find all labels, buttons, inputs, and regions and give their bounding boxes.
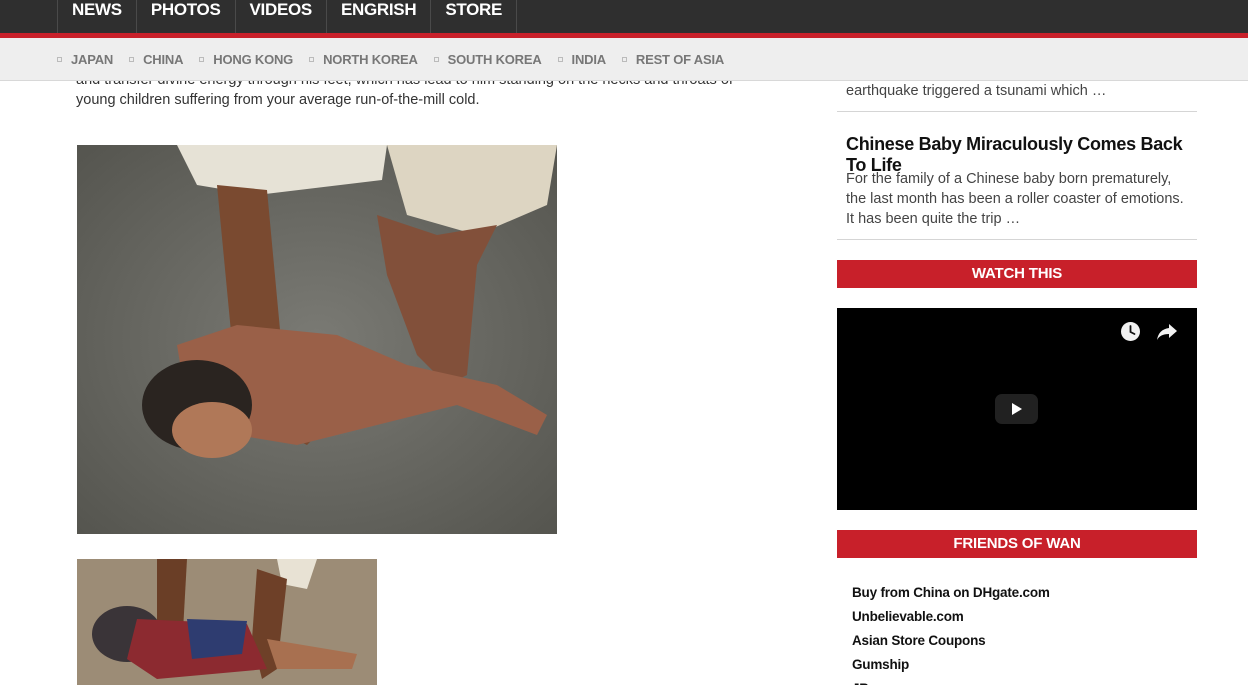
subnav-label: REST OF ASIA — [635, 52, 725, 67]
bullet-icon — [199, 57, 205, 62]
subnav-india[interactable]: INDIA — [557, 52, 607, 67]
bullet-icon — [57, 57, 62, 62]
subnav-japan[interactable]: JAPAN — [57, 52, 113, 67]
nav-engrish[interactable]: ENGRISH — [325, 0, 430, 33]
sidebar-divider — [837, 111, 1197, 112]
friend-link-unbelievable[interactable]: Unbelievable.com — [852, 605, 1197, 629]
bullet-icon — [621, 57, 627, 62]
top-navigation: NEWS PHOTOS VIDEOS ENGRISH STORE — [0, 0, 1248, 33]
share-icon[interactable] — [1156, 321, 1178, 342]
subnav-label: HONG KONG — [213, 52, 294, 67]
nav-photos[interactable]: PHOTOS — [135, 0, 235, 33]
friend-link-dhgate[interactable]: Buy from China on DHgate.com — [852, 581, 1197, 605]
subnav-hong-kong[interactable]: HONG KONG — [199, 52, 293, 67]
nav-videos[interactable]: VIDEOS — [234, 0, 326, 33]
subnav-label: SOUTH KOREA — [447, 52, 542, 67]
subnav-label: INDIA — [571, 52, 607, 67]
bullet-icon — [129, 57, 135, 62]
video-player[interactable] — [837, 308, 1197, 510]
friend-link-jbox[interactable]: JBox — [852, 677, 1197, 685]
sidebar-story-excerpt: For the family of a Chinese baby born pr… — [846, 171, 1184, 227]
nav-store[interactable]: STORE — [430, 0, 518, 33]
subnav-label: JAPAN — [71, 52, 114, 67]
bullet-icon — [433, 57, 439, 62]
bullet-icon — [309, 57, 315, 62]
top-nav-items: NEWS PHOTOS VIDEOS ENGRISH STORE — [57, 0, 518, 33]
article-photo-image — [77, 145, 557, 534]
subnav-label: NORTH KOREA — [323, 52, 418, 67]
sub-nav-items: JAPAN CHINA HONG KONG NORTH KOREA SOUTH … — [57, 52, 740, 67]
sidebar-divider — [837, 239, 1197, 240]
watch-this-header: WATCH THIS — [837, 260, 1197, 288]
sub-navigation: JAPAN CHINA HONG KONG NORTH KOREA SOUTH … — [0, 38, 1248, 81]
friend-link-gumship[interactable]: Gumship — [852, 653, 1197, 677]
subnav-label: CHINA — [143, 52, 184, 67]
article-photo-image — [77, 559, 377, 685]
subnav-north-korea[interactable]: NORTH KOREA — [309, 52, 418, 67]
nav-news[interactable]: NEWS — [57, 0, 136, 33]
article-photo-main — [77, 145, 557, 534]
article-photo-secondary — [77, 559, 377, 685]
subnav-china[interactable]: CHINA — [129, 52, 183, 67]
bullet-icon — [557, 57, 563, 62]
friends-links-list: Buy from China on DHgate.com Unbelievabl… — [837, 581, 1197, 685]
friend-link-asian-store-coupons[interactable]: Asian Store Coupons — [852, 629, 1197, 653]
sidebar-prev-snippet: earthquake triggered a tsunami which … — [846, 83, 1107, 99]
subnav-south-korea[interactable]: SOUTH KOREA — [433, 52, 542, 67]
play-icon[interactable] — [995, 394, 1038, 424]
clock-icon[interactable] — [1120, 321, 1141, 342]
subnav-rest-of-asia[interactable]: REST OF ASIA — [621, 52, 725, 67]
friends-of-wan-header: FRIENDS OF WAN — [837, 530, 1197, 558]
